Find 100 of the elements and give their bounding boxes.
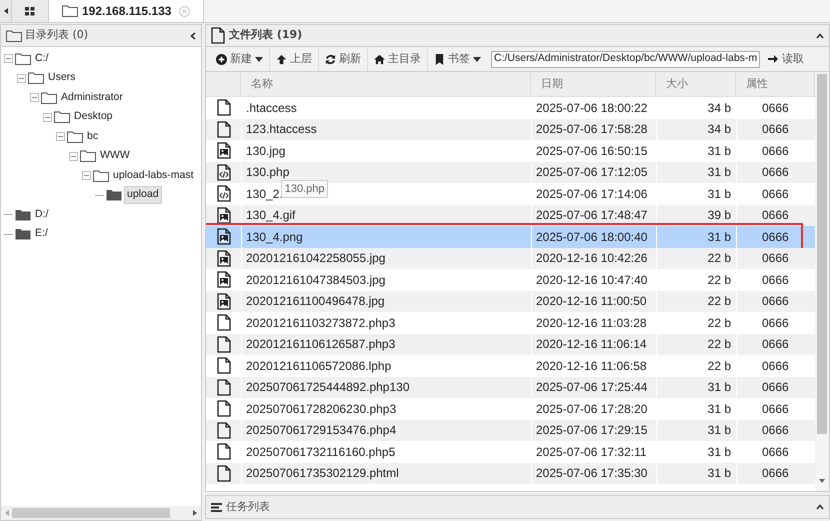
- folder-icon: [6, 30, 22, 42]
- list-icon: [211, 502, 222, 512]
- file-icon: [216, 378, 230, 396]
- toolbar-button[interactable]: 刷新: [319, 50, 367, 68]
- file-name: 202012161106572086.lphp: [246, 358, 392, 375]
- folder-icon: [15, 208, 31, 221]
- file-name: 202507061735302129.phtml: [246, 465, 399, 482]
- path-field[interactable]: C:/Users/Administrator/Desktop/bc/WWW/upload-labs-m: [491, 50, 760, 68]
- collapse-toggle-icon[interactable]: [82, 171, 91, 180]
- file-row[interactable]: 202507061729153476.php4 2025-07-06 17:29:15 31 b 0666: [206, 420, 815, 441]
- file-name: 123.htaccess: [246, 121, 317, 138]
- file-row[interactable]: 130_4.png 2025-07-06 18:00:40 31 b 0666: [206, 226, 815, 248]
- file-row[interactable]: 202012161106126587.php3 2020-12-16 11:06:14 22 b 0666: [206, 334, 815, 355]
- file-row[interactable]: 130.php 2025-07-06 17:12:05 31 b 0666: [206, 162, 815, 183]
- collapse-toggle-icon[interactable]: [43, 112, 52, 122]
- toolbar-button[interactable]: 新建: [210, 50, 269, 68]
- file-name: 130_4.png: [246, 228, 303, 246]
- file-name: 130_4.gif: [246, 207, 296, 224]
- image-file-icon: [216, 250, 230, 267]
- image-file-icon: [216, 206, 230, 224]
- column-header[interactable]: 日期: [531, 72, 656, 96]
- image-file-icon: [216, 142, 230, 160]
- file-name: 202012161106126587.php3: [246, 336, 396, 354]
- tree-item[interactable]: upload: [124, 186, 162, 204]
- tab[interactable]: [12, 0, 49, 22]
- tree-item[interactable]: Administrator: [59, 90, 125, 106]
- tab-label: 192.168.115.133: [82, 3, 172, 20]
- folder-icon: [28, 72, 44, 84]
- folder-icon: [54, 111, 70, 124]
- folder-icon: [67, 130, 83, 143]
- file-name: 202012161042258055.jpg: [246, 250, 386, 268]
- image-file-icon: [216, 292, 230, 310]
- expand-icon[interactable]: [816, 504, 824, 510]
- image-file-icon: [216, 271, 230, 288]
- tree-item[interactable]: Users: [46, 70, 78, 86]
- file-name: 202507061732116160.php5: [246, 444, 396, 461]
- tree-item[interactable]: E:/: [33, 226, 50, 242]
- file-row[interactable]: 202507061725444892.php130 2025-07-06 17:25:44 31 b 0666: [206, 376, 815, 398]
- left-arrow-icon: [5, 510, 9, 516]
- refresh-icon: [325, 54, 336, 64]
- bookmark-icon: [434, 54, 445, 64]
- file-row[interactable]: 123.htaccess 2025-07-06 17:58:28 34 b 0666: [206, 118, 815, 140]
- file-icon: [216, 400, 230, 418]
- left-arrow-icon: [4, 8, 8, 14]
- file-icon: [216, 314, 230, 332]
- file-name: 202507061728206230.php3: [246, 400, 396, 418]
- tooltip: 130.php: [280, 180, 328, 198]
- panel-title: 文件列表 (19): [229, 27, 302, 44]
- folder-icon: [62, 5, 78, 17]
- tree-item[interactable]: D:/: [33, 206, 50, 223]
- collapse-toggle-icon[interactable]: [17, 74, 26, 83]
- file-row[interactable]: 202507061735302129.phtml 2025-07-06 17:35:30 31 b 0666: [206, 462, 815, 484]
- scroll-left-button[interactable]: [0, 0, 12, 22]
- horizontal-scrollbar[interactable]: [1, 506, 201, 520]
- toolbar-button[interactable]: 上层: [270, 50, 318, 68]
- file-icon: [216, 336, 230, 353]
- date-cell: 2025-07-06 17:35:30: [531, 462, 656, 484]
- folder-icon: [15, 228, 31, 240]
- folder-icon: [41, 92, 57, 104]
- read-button[interactable]: 读取: [760, 50, 812, 68]
- file-row[interactable]: 202012161042258055.jpg 2020-12-16 10:42:26 22 b 0666: [206, 248, 815, 269]
- panel-title: 目录列表 (0): [25, 27, 88, 44]
- file-name: 130_2.: [246, 186, 283, 203]
- tree-item[interactable]: upload-labs-mast: [111, 168, 196, 184]
- tree-item[interactable]: bc: [85, 128, 100, 145]
- toolbar-button[interactable]: 主目录: [368, 50, 427, 68]
- collapse-toggle-icon[interactable]: [56, 132, 65, 142]
- file-row[interactable]: 202012161100496478.jpg 2020-12-16 11:00:50 22 b 0666: [206, 290, 815, 312]
- file-icon: [211, 27, 225, 44]
- file-name: 202507061729153476.php4: [246, 422, 396, 440]
- tab[interactable]: 192.168.115.133: [49, 0, 204, 22]
- column-header[interactable]: 大小: [656, 72, 736, 96]
- file-icon: [216, 99, 230, 116]
- tree-item[interactable]: Desktop: [72, 109, 115, 126]
- up-arrow-icon: [276, 54, 287, 64]
- tree-item[interactable]: C:/: [33, 50, 50, 67]
- column-header[interactable]: 名称: [241, 72, 531, 96]
- file-icon: [216, 443, 230, 460]
- file-icon: [216, 464, 230, 482]
- tree-item[interactable]: WWW: [98, 148, 132, 164]
- file-icon: [216, 422, 230, 439]
- collapse-toggle-icon[interactable]: [4, 54, 13, 64]
- folder-icon: [93, 170, 109, 182]
- file-name: 202507061725444892.php130: [246, 379, 410, 396]
- collapse-icon[interactable]: [190, 32, 196, 40]
- file-name: 202012161047384503.jpg: [246, 272, 386, 289]
- collapse-icon[interactable]: [816, 32, 824, 38]
- file-icon: [216, 357, 230, 374]
- file-name: 202012161100496478.jpg: [246, 293, 385, 310]
- code-file-icon: [216, 185, 230, 202]
- file-name: 130.php: [246, 164, 290, 182]
- collapse-toggle-icon[interactable]: [30, 93, 39, 102]
- panel-title: 任务列表: [226, 498, 270, 515]
- file-icon: [216, 120, 230, 138]
- folder-icon: [15, 52, 31, 65]
- right-arrow-icon: [768, 54, 778, 64]
- collapse-toggle-icon[interactable]: [69, 152, 78, 161]
- down-arrow-icon: [819, 479, 825, 483]
- vertical-scrollbar[interactable]: [815, 72, 829, 491]
- toolbar-button[interactable]: 书签: [428, 50, 487, 68]
